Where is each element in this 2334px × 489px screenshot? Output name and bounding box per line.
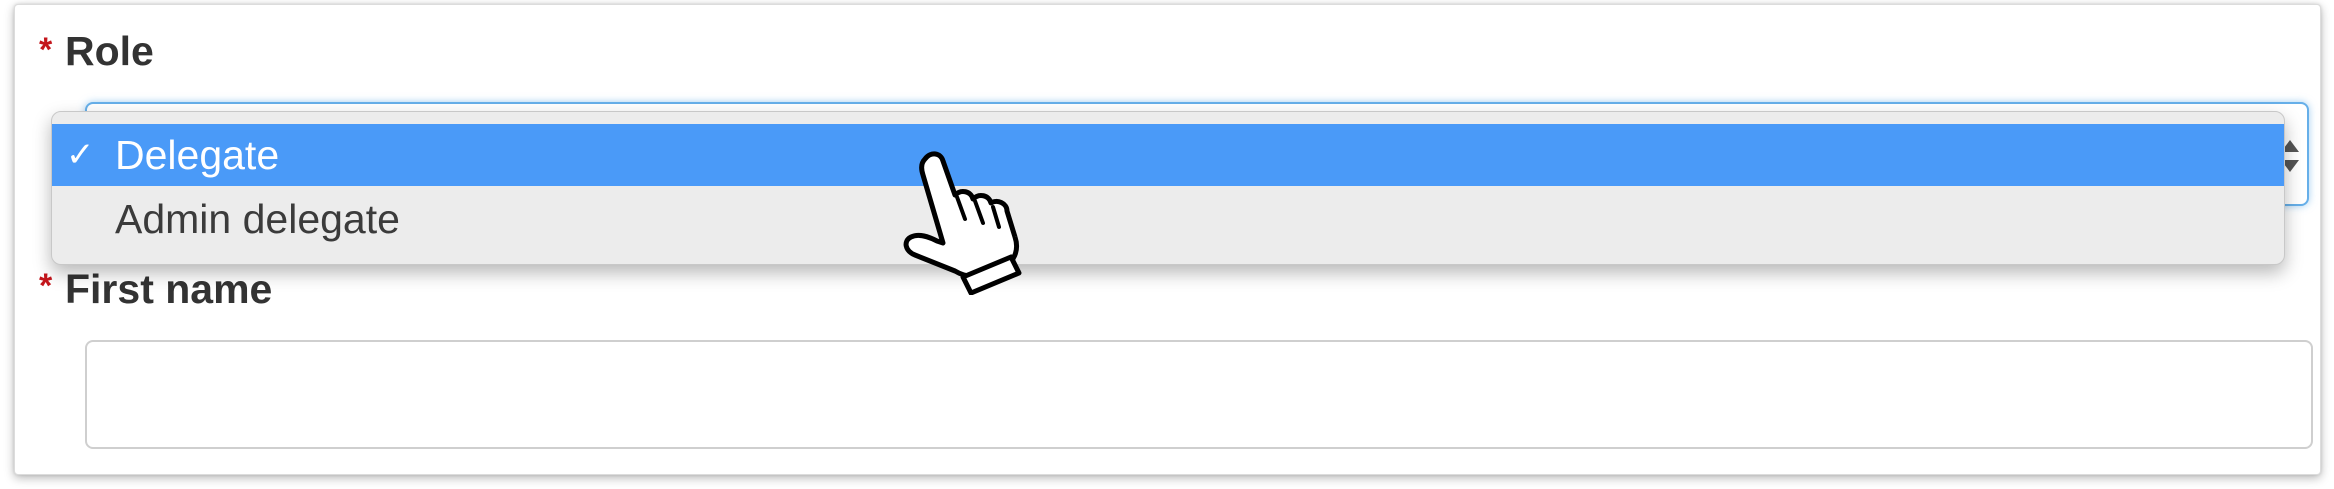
role-option-delegate[interactable]: ✓ Delegate [52,124,2284,186]
first-name-label: First name [65,266,273,312]
role-label: Role [65,28,154,74]
role-required-marker: * [39,31,53,69]
checkmark-icon: ✓ [66,135,95,175]
role-dropdown-list: ✓ Delegate Admin delegate [51,111,2285,265]
first-name-input[interactable] [85,340,2313,449]
form-panel: * Role * First name ✓ Delegate Admin del… [14,4,2321,475]
role-option-label: Admin delegate [115,196,400,242]
hand-pointer-icon [903,151,1022,295]
role-option-admin-delegate[interactable]: Admin delegate [52,188,2284,250]
role-option-label: Delegate [115,132,280,178]
first-name-required-marker: * [39,267,53,305]
